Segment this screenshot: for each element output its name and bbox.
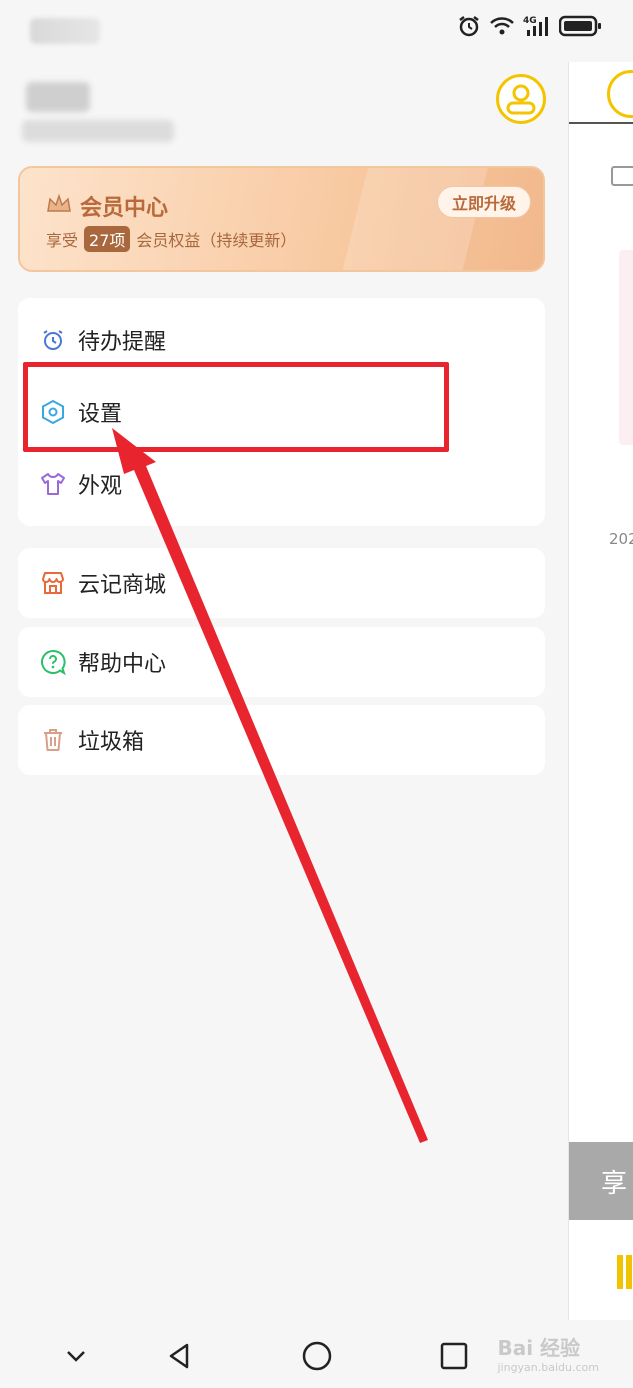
vip-center-card[interactable]: 会员中心 享受 27项 会员权益（持续更新） 立即升级 (18, 166, 545, 272)
menu-card-help: 帮助中心 (18, 627, 545, 697)
store-icon (40, 570, 66, 596)
vip-sub-prefix: 享受 (46, 231, 79, 250)
menu-item-reminder[interactable]: 待办提醒 (40, 320, 166, 360)
vip-sub-suffix: 会员权益（持续更新） (136, 231, 297, 250)
baidu-jingyan-watermark: Bai 经验 jingyan.baidu.com (497, 1332, 599, 1374)
tshirt-icon (40, 471, 66, 497)
system-nav-bar: Bai 经验 jingyan.baidu.com (0, 1320, 633, 1388)
menu-item-store-label: 云记商城 (78, 573, 167, 598)
user-account-blurred (22, 120, 174, 142)
upgrade-button[interactable]: 立即升级 (436, 186, 531, 218)
home-circle-icon (302, 1341, 332, 1371)
tab-underline (569, 122, 633, 124)
vip-subtitle: 享受 27项 会员权益（持续更新） (46, 226, 296, 252)
vip-count-badge: 27项 (84, 226, 131, 252)
menu-item-trash-label: 垃圾箱 (78, 730, 145, 755)
menu-card-trash: 垃圾箱 (18, 705, 545, 775)
menu-item-settings[interactable]: 设置 (40, 392, 122, 432)
settings-hex-icon (40, 399, 66, 425)
help-icon (40, 649, 66, 675)
battery-icon (559, 14, 603, 38)
grid-icon[interactable] (617, 1255, 633, 1289)
nav-back-button[interactable] (162, 1338, 198, 1374)
nav-collapse-button[interactable] (58, 1338, 94, 1374)
menu-item-help[interactable]: 帮助中心 (40, 642, 166, 682)
watermark-main: Bai 经验 (497, 1336, 581, 1360)
recents-square-icon (440, 1342, 468, 1370)
user-name-blurred (26, 82, 90, 112)
user-icon (506, 84, 536, 115)
signal-4g-icon: 4G (523, 14, 551, 38)
avatar[interactable] (496, 74, 546, 124)
menu-item-help-label: 帮助中心 (78, 652, 167, 677)
alarm-clock-icon (40, 327, 66, 353)
chevron-down-icon (67, 1351, 85, 1362)
enjoy-banner-fragment[interactable]: 享 (569, 1142, 633, 1220)
menu-card-store: 云记商城 (18, 548, 545, 618)
side-drawer: 会员中心 享受 27项 会员权益（持续更新） 立即升级 待办提醒 设置 外观 云… (0, 62, 568, 1320)
watermark-sub: jingyan.baidu.com (497, 1361, 599, 1374)
menu-item-reminder-label: 待办提醒 (78, 330, 167, 355)
trash-icon (40, 727, 66, 753)
vip-title: 会员中心 (80, 196, 169, 221)
menu-item-appearance-label: 外观 (78, 474, 123, 499)
svg-text:4G: 4G (523, 16, 537, 26)
status-icons: 4G (457, 14, 603, 38)
menu-item-settings-label: 设置 (78, 402, 123, 427)
nav-home-button[interactable] (299, 1338, 335, 1374)
main-content-peek: 202 享 (568, 62, 633, 1320)
vip-card-decoration (335, 168, 491, 270)
menu-card-primary: 待办提醒 设置 外观 (18, 298, 545, 526)
menu-item-trash[interactable]: 垃圾箱 (40, 720, 144, 760)
status-time-blurred (30, 18, 100, 44)
vip-title-row: 会员中心 (46, 190, 168, 222)
status-bar: 4G (0, 0, 633, 62)
wifi-icon (489, 15, 515, 37)
back-triangle-icon (169, 1343, 189, 1369)
menu-item-appearance[interactable]: 外观 (40, 464, 122, 504)
note-date-fragment: 202 (609, 530, 633, 548)
nav-recents-button[interactable] (436, 1338, 472, 1374)
alarm-icon (457, 14, 481, 38)
menu-item-store[interactable]: 云记商城 (40, 563, 166, 603)
crown-icon (46, 193, 72, 219)
mail-icon[interactable] (611, 166, 633, 186)
note-thumbnail[interactable] (619, 250, 633, 445)
avatar-peek[interactable] (607, 70, 633, 118)
